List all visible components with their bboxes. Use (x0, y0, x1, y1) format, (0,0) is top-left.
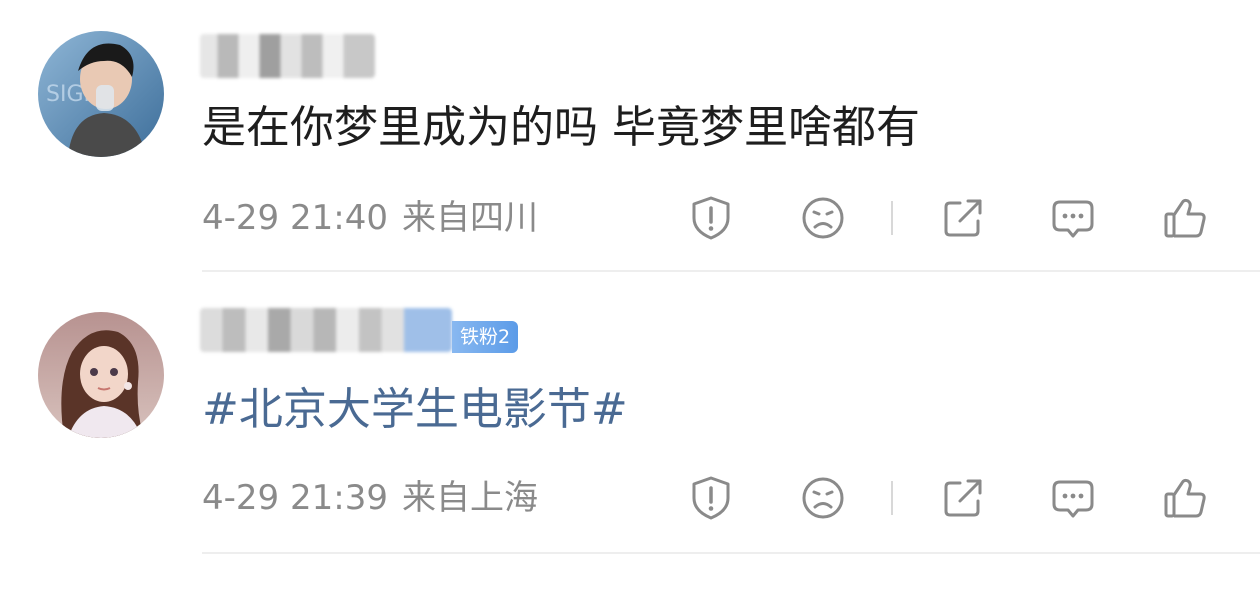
avatar[interactable] (38, 312, 164, 438)
share-icon[interactable] (938, 473, 988, 523)
thumbs-up-icon[interactable] (1160, 473, 1210, 523)
comment-item: SIGN 是在你梦里成为的吗 毕竟梦里啥都有 4-29 21:40 来自四川 (0, 0, 1260, 272)
comment-bubble-icon[interactable] (1048, 473, 1098, 523)
username-blurred[interactable] (200, 308, 452, 352)
comment-text: 是在你梦里成为的吗 毕竟梦里啥都有 (202, 102, 920, 153)
thumbs-up-icon[interactable] (1160, 193, 1210, 243)
frown-face-icon[interactable] (798, 193, 848, 243)
comment-item: 铁粉2 #北京大学生电影节# 4-29 21:39 来自上海 (0, 272, 1260, 554)
comment-time: 4-29 21:39 (202, 478, 388, 518)
username-blurred[interactable] (200, 34, 375, 78)
comment-location: 来自四川 (401, 198, 538, 238)
comment-list: SIGN 是在你梦里成为的吗 毕竟梦里啥都有 4-29 21:40 来自四川 铁… (0, 0, 1260, 590)
comment-meta: 4-29 21:40 来自四川 (202, 196, 538, 240)
comment-actions (686, 193, 1226, 243)
frown-face-icon[interactable] (798, 473, 848, 523)
comment-location: 来自上海 (401, 478, 538, 518)
fan-badge: 铁粉2 (452, 321, 519, 353)
share-icon[interactable] (938, 193, 988, 243)
separator (202, 552, 1260, 554)
comment-actions (686, 473, 1226, 523)
avatar[interactable]: SIGN (38, 31, 164, 157)
comment-time: 4-29 21:40 (202, 198, 388, 238)
shield-exclamation-icon[interactable] (686, 473, 736, 523)
topic-link[interactable]: #北京大学生电影节# (202, 380, 628, 440)
divider (891, 201, 893, 235)
shield-exclamation-icon[interactable] (686, 193, 736, 243)
comment-bubble-icon[interactable] (1048, 193, 1098, 243)
divider (891, 481, 893, 515)
comment-meta: 4-29 21:39 来自上海 (202, 476, 538, 520)
